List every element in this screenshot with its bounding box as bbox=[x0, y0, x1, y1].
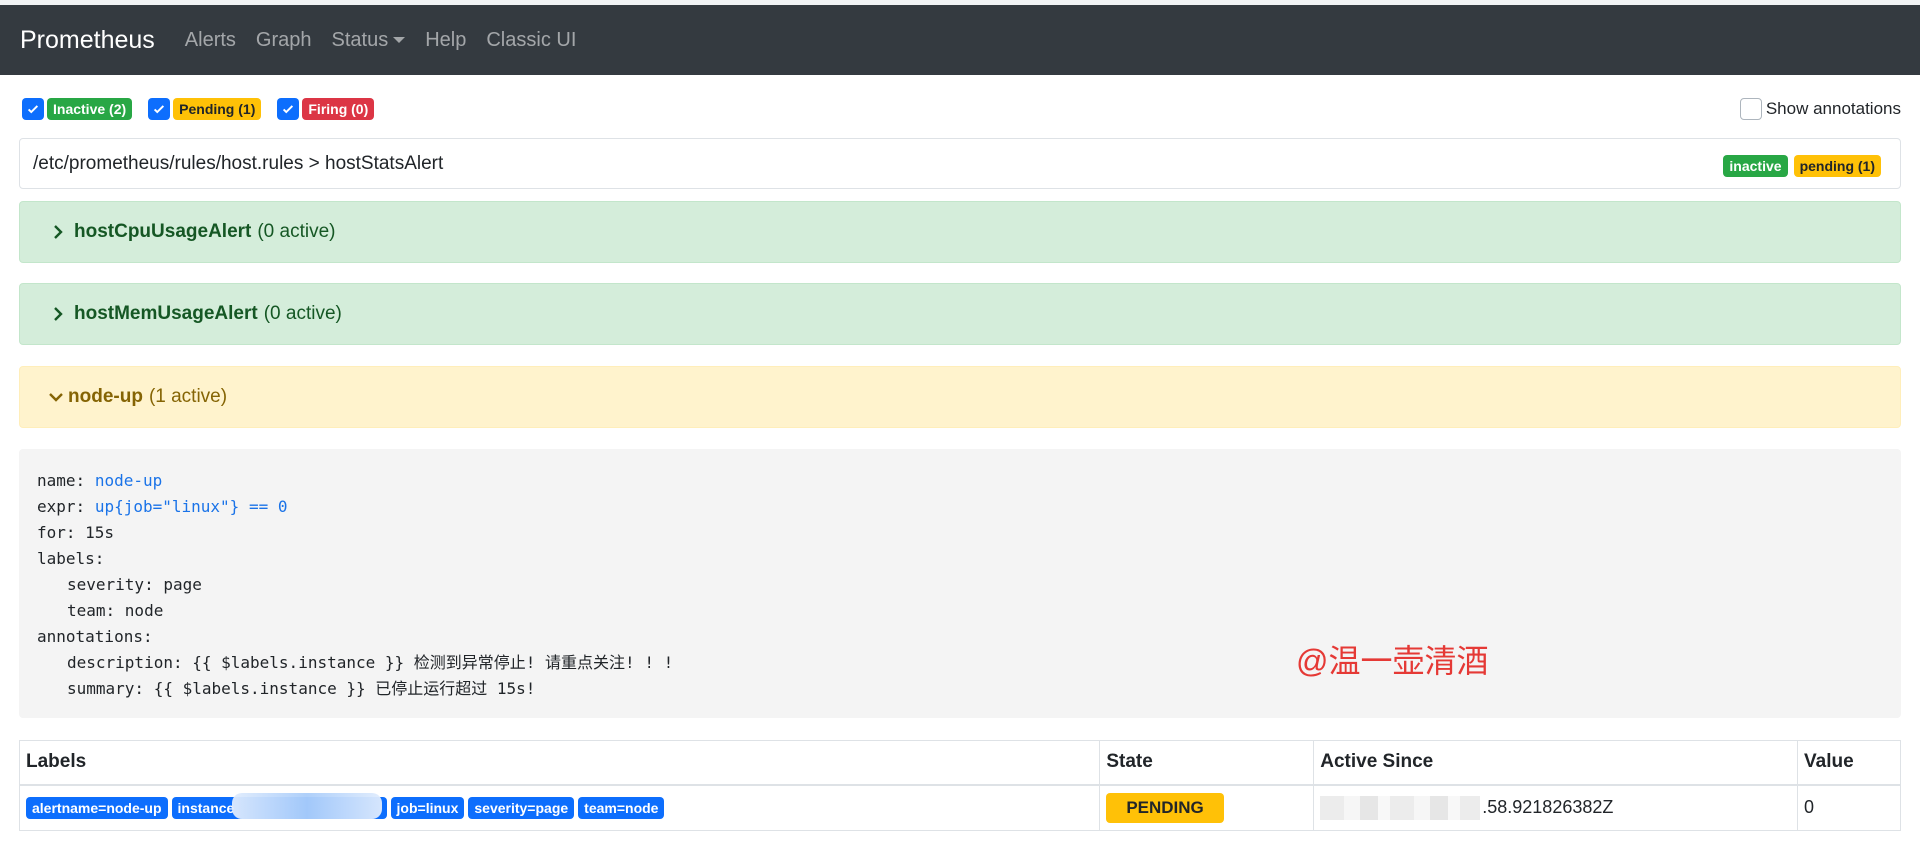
state-badge: PENDING bbox=[1106, 792, 1224, 823]
header-labels: Labels bbox=[18, 740, 1101, 786]
redaction-blur bbox=[231, 792, 382, 819]
header-state: State bbox=[1099, 740, 1315, 786]
labels-cell: alertname=node-up instance job=linux severi… bbox=[18, 784, 1101, 831]
value-cell: 0 bbox=[1797, 784, 1901, 831]
code-line-expr: expr: up{job="linux"} == 0 bbox=[37, 494, 1883, 520]
rule-name: node-up bbox=[68, 386, 143, 407]
code-line-for: for: 15s bbox=[37, 523, 115, 542]
code-line-name: name: node-up bbox=[37, 468, 1883, 494]
rule-definition-code: name: node-up expr: up{job="linux"} == 0… bbox=[19, 449, 1901, 718]
code-line-description: description: {{ $labels.instance }} 检测到异… bbox=[67, 653, 674, 672]
rule-group-header: /etc/prometheus/rules/host.rules > hostS… bbox=[19, 138, 1901, 189]
rule-hostmemusagealert[interactable]: hostMemUsageAlert (0 active) bbox=[19, 283, 1901, 345]
label-badge-job: job=linux bbox=[390, 796, 465, 819]
header-value: Value bbox=[1797, 740, 1901, 786]
pending-filter-badge: Pending (1) bbox=[173, 98, 262, 120]
active-since-cell: .58.921826382Z bbox=[1313, 784, 1798, 831]
redaction-mosaic bbox=[1320, 795, 1481, 820]
watermark-text: @温一壶清酒 bbox=[1296, 643, 1489, 679]
top-navbar: Prometheus Alerts Graph Status Help Clas… bbox=[0, 5, 1920, 75]
inactive-filter-checkbox[interactable] bbox=[22, 98, 44, 120]
state-cell: PENDING bbox=[1099, 784, 1315, 831]
checkmark-icon bbox=[283, 105, 294, 114]
label-badge-team: team=node bbox=[578, 796, 665, 819]
firing-filter-checkbox[interactable] bbox=[277, 98, 300, 120]
code-line-summary: summary: {{ $labels.instance }} 已停止运行超过 … bbox=[67, 679, 536, 698]
label-badge-alertname: alertname=node-up bbox=[26, 796, 168, 819]
show-annotations-toggle[interactable]: Show annotations bbox=[1739, 98, 1901, 120]
rule-node-up[interactable]: node-up (1 active) bbox=[19, 366, 1901, 428]
rule-name: hostCpuUsageAlert bbox=[74, 221, 252, 242]
code-key: expr: bbox=[37, 497, 86, 516]
active-alerts-table: Labels State Active Since Value alertnam… bbox=[18, 740, 1901, 831]
show-annotations-checkbox[interactable] bbox=[1739, 98, 1762, 120]
inactive-filter-badge: Inactive (2) bbox=[47, 98, 133, 120]
pending-filter-checkbox[interactable] bbox=[148, 98, 171, 120]
rule-active-count: (0 active) bbox=[263, 303, 342, 324]
rule-active-count: (1 active) bbox=[148, 386, 228, 407]
group-pending-badge: pending (1) bbox=[1793, 155, 1881, 177]
rule-group-badges: inactive pending (1) bbox=[1717, 155, 1881, 177]
code-line-severity: severity: page bbox=[67, 575, 202, 594]
label-badge-instance: instance bbox=[171, 792, 387, 819]
nav-alerts[interactable]: Alerts bbox=[185, 29, 236, 52]
state-filters: Inactive (2) Pending (1) Firing (0) bbox=[22, 98, 390, 120]
brand-logo-text[interactable]: Prometheus bbox=[20, 26, 155, 55]
nav-status-dropdown[interactable]: Status bbox=[332, 29, 406, 52]
rule-group-path: /etc/prometheus/rules/host.rules > hostS… bbox=[33, 152, 444, 174]
firing-filter-badge: Firing (0) bbox=[302, 98, 375, 120]
rule-active-count: (0 active) bbox=[257, 221, 336, 242]
code-key: name: bbox=[37, 471, 86, 490]
code-line-labels: labels: bbox=[37, 549, 105, 568]
table-row: alertname=node-up instance job=linux severi… bbox=[18, 784, 1901, 831]
label-badge-severity: severity=page bbox=[468, 796, 575, 819]
rule-name: hostMemUsageAlert bbox=[74, 303, 258, 324]
code-line-team: team: node bbox=[67, 601, 164, 620]
chevron-down-icon bbox=[393, 37, 406, 43]
chevron-right-icon bbox=[54, 307, 63, 321]
show-annotations-label: Show annotations bbox=[1765, 99, 1901, 118]
label-badge-instance-text: instance bbox=[177, 799, 235, 816]
chevron-down-icon bbox=[49, 393, 63, 402]
code-name-value[interactable]: node-up bbox=[95, 471, 162, 490]
chevron-right-icon bbox=[54, 225, 63, 239]
active-since-value: .58.921826382Z bbox=[1482, 796, 1614, 817]
header-active-since: Active Since bbox=[1313, 740, 1798, 786]
code-expr-link[interactable]: up{job="linux"} == 0 bbox=[95, 497, 288, 516]
checkmark-icon bbox=[27, 105, 39, 114]
nav-classic-ui[interactable]: Classic UI bbox=[486, 29, 576, 52]
checkmark-icon bbox=[154, 105, 165, 114]
code-line-annotations: annotations: bbox=[37, 627, 153, 646]
rule-hostcpuusagealert[interactable]: hostCpuUsageAlert (0 active) bbox=[19, 201, 1901, 263]
nav-help[interactable]: Help bbox=[425, 29, 466, 52]
nav-graph[interactable]: Graph bbox=[256, 29, 312, 52]
nav-status-label: Status bbox=[331, 28, 389, 51]
group-inactive-badge: inactive bbox=[1723, 155, 1788, 177]
table-header-row: Labels State Active Since Value bbox=[18, 740, 1901, 786]
